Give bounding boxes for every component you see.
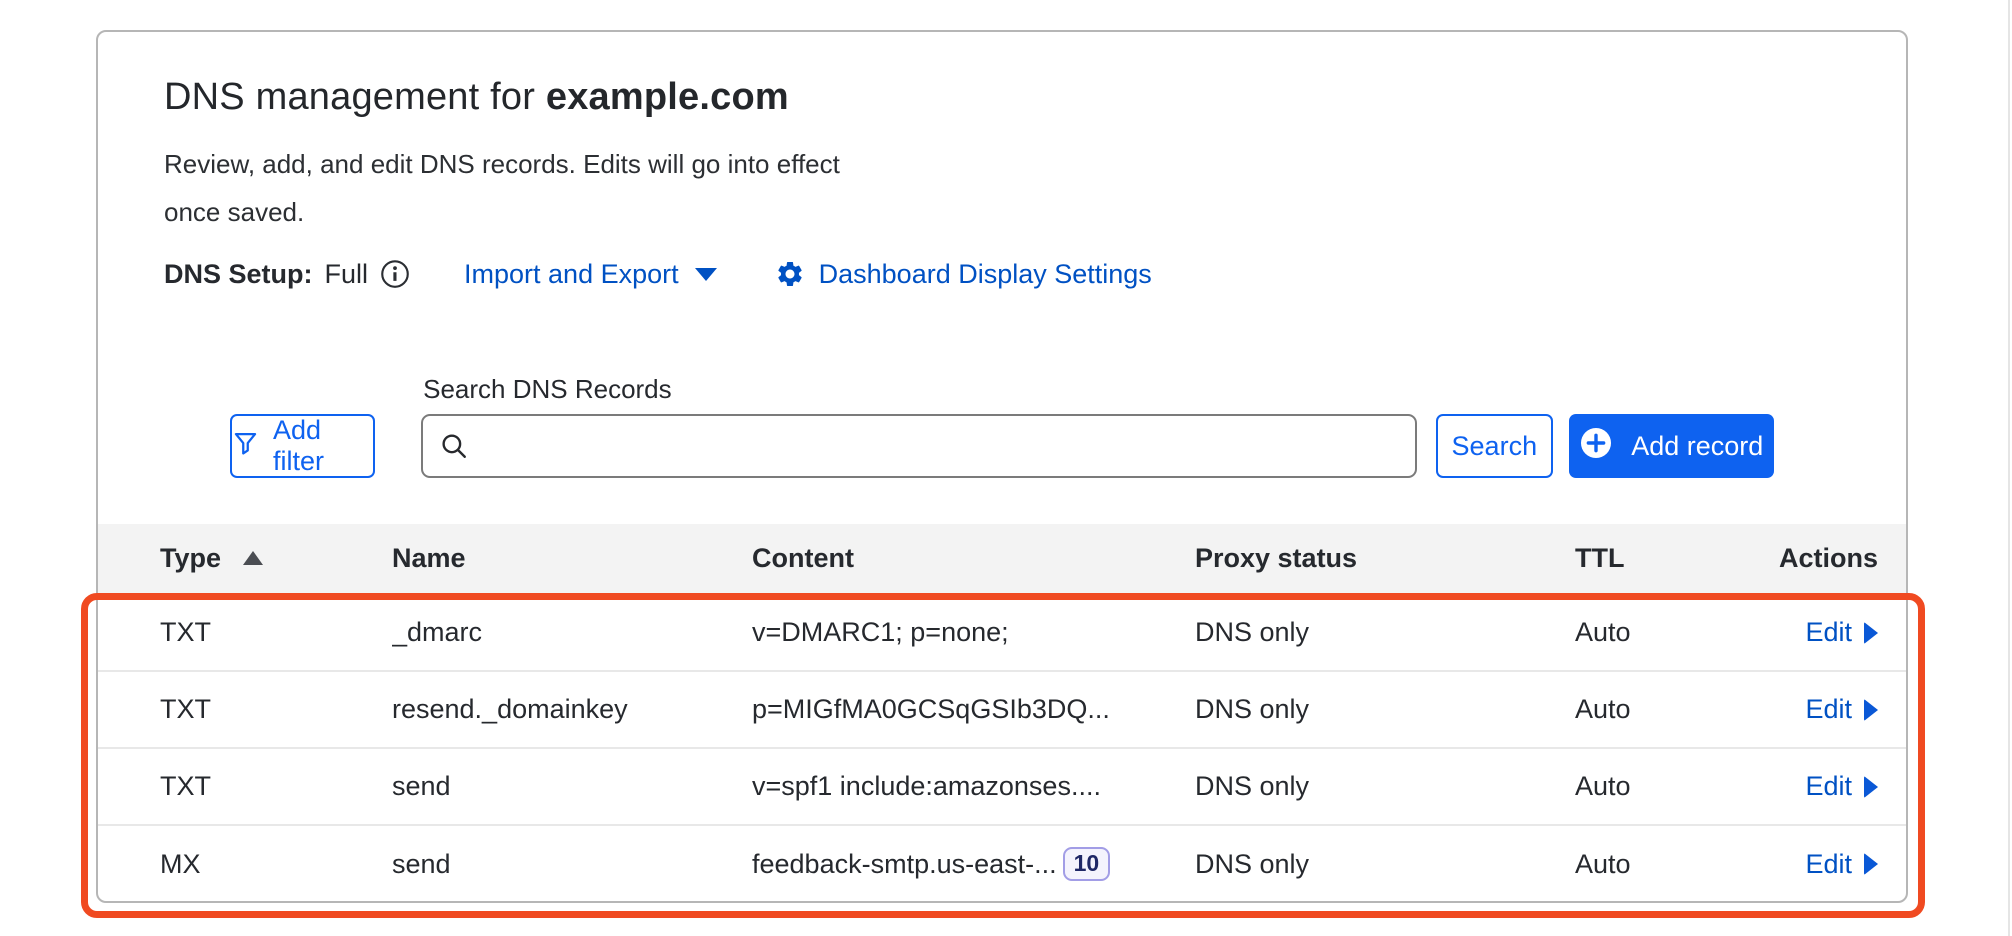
- add-record-label: Add record: [1631, 431, 1763, 462]
- table-row: MX send feedback-smtp.us-east-...10 DNS …: [98, 825, 1908, 902]
- add-record-button[interactable]: Add record: [1569, 414, 1774, 478]
- cell-content-text: feedback-smtp.us-east-...: [752, 849, 1057, 879]
- cell-actions: Edit: [1738, 748, 1908, 825]
- cell-proxy-status: DNS only: [1195, 671, 1575, 748]
- cell-name: _dmarc: [392, 594, 752, 671]
- search-input[interactable]: [421, 414, 1417, 478]
- cell-proxy-status: DNS only: [1195, 748, 1575, 825]
- column-header-name[interactable]: Name: [392, 524, 752, 594]
- search-button-label: Search: [1452, 431, 1538, 462]
- edit-record-link[interactable]: Edit: [1805, 617, 1878, 648]
- cell-content: p=MIGfMA0GCSqGSIb3DQ...: [752, 671, 1195, 748]
- dns-setup-label: DNS Setup:: [164, 259, 313, 290]
- cell-actions: Edit: [1738, 671, 1908, 748]
- add-filter-label: Add filter: [273, 415, 373, 477]
- table-row: TXT _dmarc v=DMARC1; p=none; DNS only Au…: [98, 594, 1908, 671]
- cell-ttl: Auto: [1575, 594, 1738, 671]
- cell-type: TXT: [98, 671, 392, 748]
- priority-badge: 10: [1063, 847, 1111, 881]
- import-export-label: Import and Export: [464, 259, 679, 290]
- page-title-domain: example.com: [546, 76, 789, 118]
- gear-icon: [775, 259, 805, 289]
- search-dns-records-label: Search DNS Records: [423, 374, 1417, 404]
- edit-record-link[interactable]: Edit: [1805, 694, 1878, 725]
- import-export-link[interactable]: Import and Export: [464, 259, 717, 290]
- dns-setup-row: DNS Setup: Full Import and Export: [164, 254, 1840, 294]
- page-title: DNS management for example.com: [164, 74, 1840, 120]
- table-row: TXT resend._domainkey p=MIGfMA0GCSqGSIb3…: [98, 671, 1908, 748]
- cell-proxy-status: DNS only: [1195, 594, 1575, 671]
- sort-ascending-icon: [243, 551, 263, 565]
- column-header-type[interactable]: Type: [98, 524, 392, 594]
- cell-content: v=spf1 include:amazonses....: [752, 748, 1195, 825]
- search-button[interactable]: Search: [1436, 414, 1552, 478]
- plus-circle-icon: [1579, 426, 1613, 467]
- column-header-content[interactable]: Content: [752, 524, 1195, 594]
- cell-actions: Edit: [1738, 594, 1908, 671]
- chevron-right-icon: [1864, 776, 1878, 798]
- column-header-actions: Actions: [1738, 524, 1908, 594]
- cell-ttl: Auto: [1575, 671, 1738, 748]
- cell-name: send: [392, 825, 752, 902]
- dashboard-display-settings-link[interactable]: Dashboard Display Settings: [775, 259, 1152, 290]
- card-header-section: DNS management for example.com Review, a…: [98, 32, 1906, 478]
- chevron-right-icon: [1864, 699, 1878, 721]
- cell-content: v=DMARC1; p=none;: [752, 594, 1195, 671]
- add-filter-button[interactable]: Add filter: [230, 414, 375, 478]
- page-description: Review, add, and edit DNS records. Edits…: [164, 140, 844, 236]
- search-group: Search DNS Records: [421, 374, 1417, 478]
- column-header-proxy-status[interactable]: Proxy status: [1195, 524, 1575, 594]
- chevron-down-icon: [695, 268, 717, 281]
- cell-type: TXT: [98, 594, 392, 671]
- cell-name: resend._domainkey: [392, 671, 752, 748]
- chevron-right-icon: [1864, 622, 1878, 644]
- info-icon[interactable]: [380, 259, 410, 289]
- table-header-row: Type Name Content Proxy status TTL Actio…: [98, 524, 1908, 594]
- filter-funnel-icon: [232, 429, 259, 463]
- column-header-ttl[interactable]: TTL: [1575, 524, 1738, 594]
- cell-type: MX: [98, 825, 392, 902]
- cell-ttl: Auto: [1575, 748, 1738, 825]
- edit-record-link[interactable]: Edit: [1805, 771, 1878, 802]
- search-box: [421, 414, 1417, 478]
- page-title-prefix: DNS management for: [164, 76, 535, 118]
- viewport-edge-divider: [2008, 0, 2010, 936]
- search-icon: [439, 431, 469, 466]
- chevron-right-icon: [1864, 853, 1878, 875]
- dashboard-display-settings-label: Dashboard Display Settings: [819, 259, 1152, 290]
- cell-content: feedback-smtp.us-east-...10: [752, 825, 1195, 902]
- dns-management-card: DNS management for example.com Review, a…: [96, 30, 1908, 903]
- dns-toolbar: Add filter Search DNS Records Search: [164, 374, 1840, 478]
- cell-ttl: Auto: [1575, 825, 1738, 902]
- cell-type: TXT: [98, 748, 392, 825]
- dns-records-table: Type Name Content Proxy status TTL Actio…: [98, 524, 1908, 902]
- edit-record-link[interactable]: Edit: [1805, 849, 1878, 880]
- cell-proxy-status: DNS only: [1195, 825, 1575, 902]
- dns-setup-value: Full: [325, 259, 369, 290]
- table-row: TXT send v=spf1 include:amazonses.... DN…: [98, 748, 1908, 825]
- cell-actions: Edit: [1738, 825, 1908, 902]
- cell-name: send: [392, 748, 752, 825]
